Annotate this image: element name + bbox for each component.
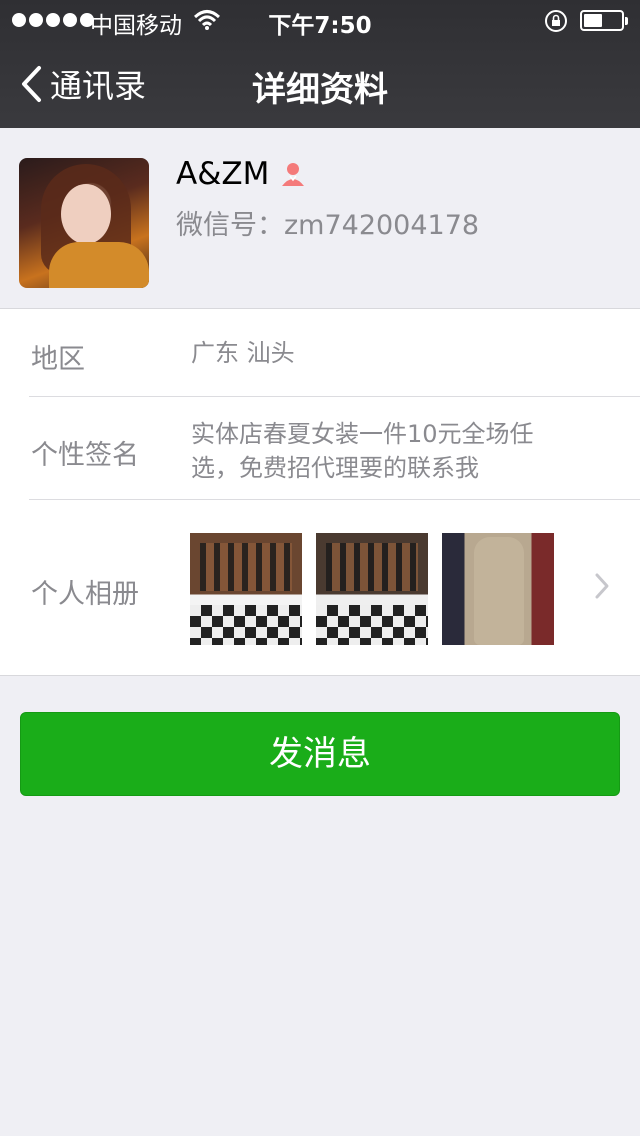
album-photo[interactable] bbox=[316, 533, 428, 645]
page-title: 详细资料 bbox=[252, 70, 388, 110]
album-row[interactable]: 个人相册 bbox=[0, 500, 640, 676]
status-bar: 中国移动 下午7:50 bbox=[0, 0, 640, 40]
wechat-id: 微信号：zm742004178 bbox=[176, 210, 480, 241]
profile-card: A&ZM 微信号：zm742004178 bbox=[0, 128, 640, 308]
nav-bar: 通讯录 详细资料 bbox=[0, 40, 640, 128]
signature-label: 个性签名 bbox=[31, 440, 139, 471]
name-row: A&ZM bbox=[176, 156, 307, 192]
info-section: 地区 广东 汕头 个性签名 实体店春夏女装一件10元全场任选，免费招代理要的联系… bbox=[0, 308, 640, 676]
female-user-icon bbox=[282, 163, 305, 186]
region-row: 地区 广东 汕头 bbox=[0, 309, 640, 397]
header: 中国移动 下午7:50 通讯录 详细资料 bbox=[0, 0, 640, 128]
rotation-lock-icon bbox=[545, 10, 567, 32]
album-photo[interactable] bbox=[190, 533, 302, 645]
region-value: 广东 汕头 bbox=[191, 339, 295, 367]
album-label: 个人相册 bbox=[31, 579, 139, 610]
battery-level bbox=[584, 14, 602, 27]
avatar[interactable] bbox=[19, 158, 149, 288]
battery-icon bbox=[580, 10, 628, 31]
signature-row: 个性签名 实体店春夏女装一件10元全场任选，免费招代理要的联系我 bbox=[0, 397, 640, 500]
contact-name: A&ZM bbox=[176, 156, 270, 192]
album-photo[interactable] bbox=[442, 533, 554, 645]
chevron-right-icon bbox=[595, 573, 609, 599]
send-message-button[interactable]: 发消息 bbox=[20, 712, 620, 796]
region-label: 地区 bbox=[31, 344, 85, 375]
signature-value: 实体店春夏女装一件10元全场任选，免费招代理要的联系我 bbox=[191, 420, 534, 482]
